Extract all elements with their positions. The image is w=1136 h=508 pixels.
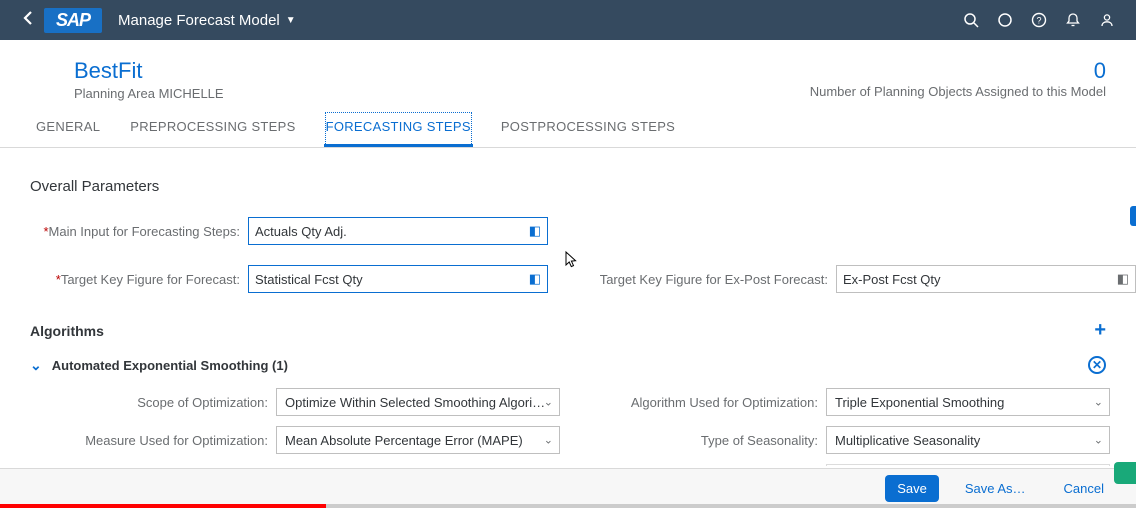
save-as-button[interactable]: Save As… [953, 475, 1038, 502]
chevron-down-icon: ⌄ [1094, 434, 1103, 447]
user-icon[interactable] [1090, 0, 1124, 40]
target-kf-label: *Target Key Figure for Forecast: [30, 272, 248, 287]
algo-used-select[interactable]: Triple Exponential Smoothing ⌄ [826, 388, 1110, 416]
section-overall-parameters: Overall Parameters [30, 178, 1106, 195]
assigned-count-label: Number of Planning Objects Assigned to t… [810, 84, 1106, 99]
back-button[interactable] [12, 10, 44, 31]
shell-title-text: Manage Forecast Model [118, 12, 280, 29]
page-subtitle: Planning Area MICHELLE [74, 86, 810, 101]
footer-toolbar: Save Save As… Cancel [0, 468, 1136, 508]
video-progress-fill [0, 504, 326, 508]
page-title: BestFit [74, 58, 810, 84]
season-type-value: Multiplicative Seasonality [835, 433, 980, 448]
tab-forecasting[interactable]: FORECASTING STEPS [324, 111, 473, 147]
main-input-value: Actuals Qty Adj. [255, 224, 347, 239]
tab-general[interactable]: GENERAL [34, 111, 102, 147]
scope-select[interactable]: Optimize Within Selected Smoothing Algor… [276, 388, 560, 416]
scope-label: Scope of Optimization: [30, 395, 276, 410]
algo-used-label: Algorithm Used for Optimization: [580, 395, 826, 410]
svg-text:?: ? [1036, 16, 1041, 26]
value-help-icon[interactable]: ◧ [1117, 271, 1129, 287]
section-algorithms: Algorithms + [30, 319, 1106, 342]
season-type-label: Type of Seasonality: [580, 433, 826, 448]
scope-value: Optimize Within Selected Smoothing Algor… [285, 395, 545, 410]
shell-bar: SAP Manage Forecast Model ▼ ? [0, 0, 1136, 40]
tab-bar: GENERAL PREPROCESSING STEPS FORECASTING … [0, 103, 1136, 148]
chevron-down-icon: ⌄ [544, 434, 553, 447]
video-progress-bar[interactable] [0, 504, 1136, 508]
copilot-icon[interactable] [988, 0, 1022, 40]
tab-preprocessing[interactable]: PREPROCESSING STEPS [128, 111, 297, 147]
value-help-icon[interactable]: ◧ [529, 271, 541, 287]
chevron-left-icon [22, 10, 34, 26]
cancel-button[interactable]: Cancel [1052, 475, 1116, 502]
search-icon[interactable] [954, 0, 988, 40]
chevron-down-icon: ⌄ [1094, 396, 1103, 409]
help-icon[interactable]: ? [1022, 0, 1056, 40]
chevron-down-icon: ⌄ [544, 396, 553, 409]
expost-field[interactable]: Ex-Post Fcst Qty ◧ [836, 265, 1136, 293]
algorithm-item-header[interactable]: ⌄ Automated Exponential Smoothing (1) ✕ [30, 352, 1106, 378]
algorithm-item-title: Automated Exponential Smoothing (1) [52, 358, 288, 373]
measure-value: Mean Absolute Percentage Error (MAPE) [285, 433, 523, 448]
main-input-field[interactable]: Actuals Qty Adj. ◧ [248, 217, 548, 245]
remove-algorithm-button[interactable]: ✕ [1088, 356, 1106, 374]
target-kf-value: Statistical Fcst Qty [255, 272, 363, 287]
target-kf-field[interactable]: Statistical Fcst Qty ◧ [248, 265, 548, 293]
algorithms-title: Algorithms [30, 323, 104, 339]
measure-select[interactable]: Mean Absolute Percentage Error (MAPE) ⌄ [276, 426, 560, 454]
save-button[interactable]: Save [885, 475, 939, 502]
content-area: Overall Parameters *Main Input for Forec… [0, 148, 1136, 466]
tab-postprocessing[interactable]: POSTPROCESSING STEPS [499, 111, 677, 147]
value-help-icon[interactable]: ◧ [529, 223, 541, 239]
add-algorithm-button[interactable]: + [1094, 319, 1106, 342]
expost-label: Target Key Figure for Ex-Post Forecast: [576, 272, 836, 287]
side-indicator [1130, 206, 1136, 226]
season-type-select[interactable]: Multiplicative Seasonality ⌄ [826, 426, 1110, 454]
side-panel-toggle[interactable] [1114, 462, 1136, 484]
chevron-down-icon[interactable]: ⌄ [30, 357, 42, 374]
sap-logo: SAP [44, 8, 102, 33]
object-header: BestFit Planning Area MICHELLE 0 Number … [0, 40, 1136, 103]
measure-label: Measure Used for Optimization: [30, 433, 276, 448]
algo-used-value: Triple Exponential Smoothing [835, 395, 1004, 410]
bell-icon[interactable] [1056, 0, 1090, 40]
periods-input[interactable] [826, 464, 1110, 466]
shell-title[interactable]: Manage Forecast Model ▼ [118, 12, 296, 29]
chevron-down-icon: ▼ [286, 15, 296, 26]
main-input-label: *Main Input for Forecasting Steps: [30, 224, 248, 239]
assigned-count: 0 [810, 58, 1106, 84]
expost-value: Ex-Post Fcst Qty [843, 272, 941, 287]
